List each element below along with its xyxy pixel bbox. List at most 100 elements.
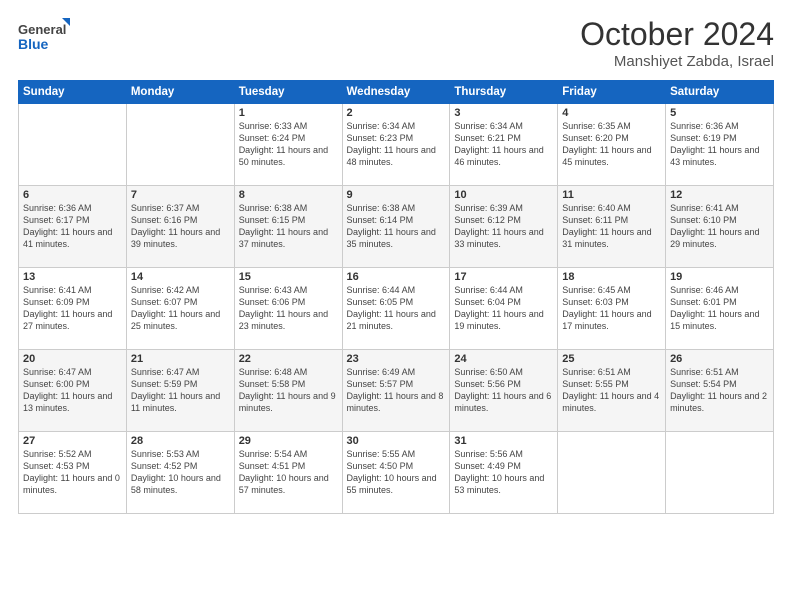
day-detail: Sunrise: 6:51 AM Sunset: 5:55 PM Dayligh… bbox=[562, 366, 661, 415]
calendar-cell: 30Sunrise: 5:55 AM Sunset: 4:50 PM Dayli… bbox=[342, 432, 450, 514]
day-number: 31 bbox=[454, 435, 553, 447]
svg-text:Blue: Blue bbox=[18, 36, 49, 52]
day-number: 5 bbox=[670, 107, 769, 119]
day-detail: Sunrise: 6:51 AM Sunset: 5:54 PM Dayligh… bbox=[670, 366, 769, 415]
day-detail: Sunrise: 6:35 AM Sunset: 6:20 PM Dayligh… bbox=[562, 120, 661, 169]
day-number: 9 bbox=[347, 189, 446, 201]
month-title: October 2024 bbox=[580, 16, 774, 53]
calendar-cell: 31Sunrise: 5:56 AM Sunset: 4:49 PM Dayli… bbox=[450, 432, 558, 514]
calendar-cell: 11Sunrise: 6:40 AM Sunset: 6:11 PM Dayli… bbox=[558, 186, 666, 268]
calendar-cell: 28Sunrise: 5:53 AM Sunset: 4:52 PM Dayli… bbox=[126, 432, 234, 514]
day-detail: Sunrise: 6:48 AM Sunset: 5:58 PM Dayligh… bbox=[239, 366, 338, 415]
calendar-cell: 3Sunrise: 6:34 AM Sunset: 6:21 PM Daylig… bbox=[450, 104, 558, 186]
day-detail: Sunrise: 6:42 AM Sunset: 6:07 PM Dayligh… bbox=[131, 284, 230, 333]
day-number: 16 bbox=[347, 271, 446, 283]
day-detail: Sunrise: 6:38 AM Sunset: 6:15 PM Dayligh… bbox=[239, 202, 338, 251]
day-detail: Sunrise: 6:40 AM Sunset: 6:11 PM Dayligh… bbox=[562, 202, 661, 251]
day-detail: Sunrise: 5:53 AM Sunset: 4:52 PM Dayligh… bbox=[131, 448, 230, 497]
day-number: 12 bbox=[670, 189, 769, 201]
calendar-cell: 20Sunrise: 6:47 AM Sunset: 6:00 PM Dayli… bbox=[19, 350, 127, 432]
svg-text:General: General bbox=[18, 22, 66, 37]
day-detail: Sunrise: 6:34 AM Sunset: 6:23 PM Dayligh… bbox=[347, 120, 446, 169]
calendar-cell: 21Sunrise: 6:47 AM Sunset: 5:59 PM Dayli… bbox=[126, 350, 234, 432]
day-detail: Sunrise: 6:44 AM Sunset: 6:04 PM Dayligh… bbox=[454, 284, 553, 333]
calendar-cell: 15Sunrise: 6:43 AM Sunset: 6:06 PM Dayli… bbox=[234, 268, 342, 350]
day-number: 30 bbox=[347, 435, 446, 447]
header-row: SundayMondayTuesdayWednesdayThursdayFrid… bbox=[19, 81, 774, 104]
day-header: Wednesday bbox=[342, 81, 450, 104]
day-number: 24 bbox=[454, 353, 553, 365]
day-detail: Sunrise: 5:52 AM Sunset: 4:53 PM Dayligh… bbox=[23, 448, 122, 497]
calendar-cell: 23Sunrise: 6:49 AM Sunset: 5:57 PM Dayli… bbox=[342, 350, 450, 432]
calendar-cell: 19Sunrise: 6:46 AM Sunset: 6:01 PM Dayli… bbox=[666, 268, 774, 350]
calendar-cell: 12Sunrise: 6:41 AM Sunset: 6:10 PM Dayli… bbox=[666, 186, 774, 268]
calendar-cell bbox=[126, 104, 234, 186]
calendar-table: SundayMondayTuesdayWednesdayThursdayFrid… bbox=[18, 80, 774, 514]
calendar-cell: 5Sunrise: 6:36 AM Sunset: 6:19 PM Daylig… bbox=[666, 104, 774, 186]
day-detail: Sunrise: 6:39 AM Sunset: 6:12 PM Dayligh… bbox=[454, 202, 553, 251]
calendar-cell: 24Sunrise: 6:50 AM Sunset: 5:56 PM Dayli… bbox=[450, 350, 558, 432]
day-detail: Sunrise: 6:45 AM Sunset: 6:03 PM Dayligh… bbox=[562, 284, 661, 333]
day-detail: Sunrise: 5:54 AM Sunset: 4:51 PM Dayligh… bbox=[239, 448, 338, 497]
day-header: Monday bbox=[126, 81, 234, 104]
calendar-cell: 26Sunrise: 6:51 AM Sunset: 5:54 PM Dayli… bbox=[666, 350, 774, 432]
calendar-cell: 10Sunrise: 6:39 AM Sunset: 6:12 PM Dayli… bbox=[450, 186, 558, 268]
day-header: Tuesday bbox=[234, 81, 342, 104]
calendar-cell: 9Sunrise: 6:38 AM Sunset: 6:14 PM Daylig… bbox=[342, 186, 450, 268]
page: General Blue October 2024 Manshiyet Zabd… bbox=[0, 0, 792, 612]
day-detail: Sunrise: 6:36 AM Sunset: 6:17 PM Dayligh… bbox=[23, 202, 122, 251]
day-detail: Sunrise: 5:56 AM Sunset: 4:49 PM Dayligh… bbox=[454, 448, 553, 497]
day-header: Friday bbox=[558, 81, 666, 104]
day-number: 15 bbox=[239, 271, 338, 283]
calendar-cell bbox=[558, 432, 666, 514]
day-detail: Sunrise: 6:33 AM Sunset: 6:24 PM Dayligh… bbox=[239, 120, 338, 169]
day-detail: Sunrise: 6:41 AM Sunset: 6:09 PM Dayligh… bbox=[23, 284, 122, 333]
logo: General Blue bbox=[18, 16, 70, 60]
day-number: 4 bbox=[562, 107, 661, 119]
calendar-cell: 13Sunrise: 6:41 AM Sunset: 6:09 PM Dayli… bbox=[19, 268, 127, 350]
day-number: 13 bbox=[23, 271, 122, 283]
day-detail: Sunrise: 6:44 AM Sunset: 6:05 PM Dayligh… bbox=[347, 284, 446, 333]
logo-svg: General Blue bbox=[18, 16, 70, 60]
day-detail: Sunrise: 6:47 AM Sunset: 5:59 PM Dayligh… bbox=[131, 366, 230, 415]
day-detail: Sunrise: 6:47 AM Sunset: 6:00 PM Dayligh… bbox=[23, 366, 122, 415]
day-detail: Sunrise: 6:41 AM Sunset: 6:10 PM Dayligh… bbox=[670, 202, 769, 251]
day-number: 1 bbox=[239, 107, 338, 119]
day-number: 8 bbox=[239, 189, 338, 201]
day-number: 23 bbox=[347, 353, 446, 365]
day-number: 20 bbox=[23, 353, 122, 365]
calendar-cell: 7Sunrise: 6:37 AM Sunset: 6:16 PM Daylig… bbox=[126, 186, 234, 268]
day-number: 6 bbox=[23, 189, 122, 201]
calendar-cell bbox=[666, 432, 774, 514]
subtitle: Manshiyet Zabda, Israel bbox=[580, 53, 774, 70]
day-detail: Sunrise: 6:36 AM Sunset: 6:19 PM Dayligh… bbox=[670, 120, 769, 169]
header: General Blue October 2024 Manshiyet Zabd… bbox=[18, 16, 774, 70]
day-header: Thursday bbox=[450, 81, 558, 104]
calendar-cell: 2Sunrise: 6:34 AM Sunset: 6:23 PM Daylig… bbox=[342, 104, 450, 186]
calendar-cell: 16Sunrise: 6:44 AM Sunset: 6:05 PM Dayli… bbox=[342, 268, 450, 350]
day-detail: Sunrise: 6:50 AM Sunset: 5:56 PM Dayligh… bbox=[454, 366, 553, 415]
day-number: 11 bbox=[562, 189, 661, 201]
day-header: Sunday bbox=[19, 81, 127, 104]
day-detail: Sunrise: 6:37 AM Sunset: 6:16 PM Dayligh… bbox=[131, 202, 230, 251]
day-number: 18 bbox=[562, 271, 661, 283]
day-header: Saturday bbox=[666, 81, 774, 104]
calendar-cell: 29Sunrise: 5:54 AM Sunset: 4:51 PM Dayli… bbox=[234, 432, 342, 514]
day-number: 22 bbox=[239, 353, 338, 365]
day-number: 26 bbox=[670, 353, 769, 365]
calendar-cell: 17Sunrise: 6:44 AM Sunset: 6:04 PM Dayli… bbox=[450, 268, 558, 350]
calendar-cell: 22Sunrise: 6:48 AM Sunset: 5:58 PM Dayli… bbox=[234, 350, 342, 432]
day-number: 29 bbox=[239, 435, 338, 447]
day-number: 14 bbox=[131, 271, 230, 283]
day-detail: Sunrise: 6:46 AM Sunset: 6:01 PM Dayligh… bbox=[670, 284, 769, 333]
day-detail: Sunrise: 6:43 AM Sunset: 6:06 PM Dayligh… bbox=[239, 284, 338, 333]
calendar-cell: 4Sunrise: 6:35 AM Sunset: 6:20 PM Daylig… bbox=[558, 104, 666, 186]
calendar-cell: 6Sunrise: 6:36 AM Sunset: 6:17 PM Daylig… bbox=[19, 186, 127, 268]
day-number: 10 bbox=[454, 189, 553, 201]
day-number: 17 bbox=[454, 271, 553, 283]
day-number: 28 bbox=[131, 435, 230, 447]
day-detail: Sunrise: 6:34 AM Sunset: 6:21 PM Dayligh… bbox=[454, 120, 553, 169]
calendar-cell: 18Sunrise: 6:45 AM Sunset: 6:03 PM Dayli… bbox=[558, 268, 666, 350]
title-section: October 2024 Manshiyet Zabda, Israel bbox=[580, 16, 774, 70]
day-number: 27 bbox=[23, 435, 122, 447]
